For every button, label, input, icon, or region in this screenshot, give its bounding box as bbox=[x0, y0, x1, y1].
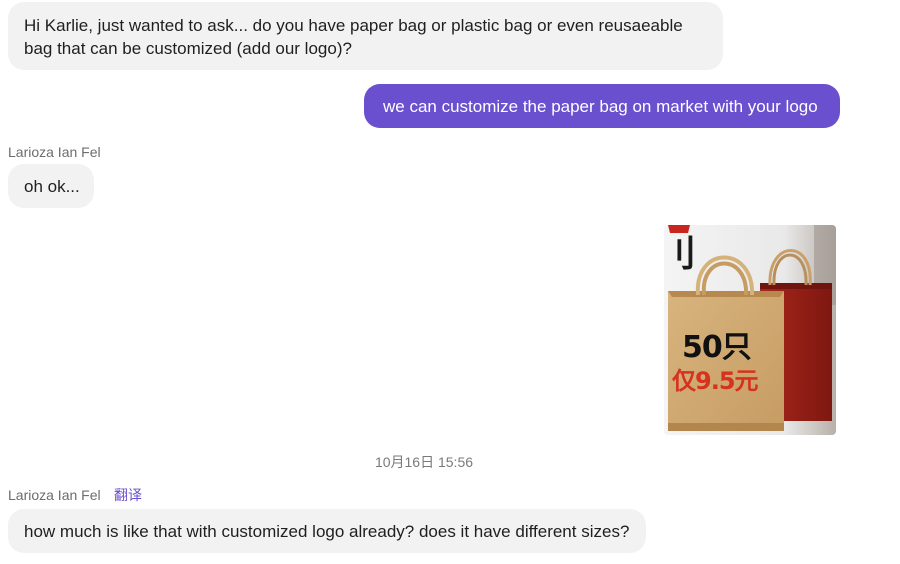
translate-link[interactable]: 翻译 bbox=[114, 486, 142, 504]
message-text: how much is like that with customized lo… bbox=[24, 522, 630, 541]
message-text: oh ok... bbox=[24, 177, 80, 196]
message-bubble-incoming[interactable]: how much is like that with customized lo… bbox=[8, 509, 646, 553]
sender-name: Larioza Ian Fel bbox=[8, 487, 101, 503]
message-bubble-incoming[interactable]: Hi Karlie, just wanted to ask... do you … bbox=[8, 2, 723, 70]
image-price-text: 仅9.5元 bbox=[672, 367, 759, 395]
message-bubble-outgoing[interactable]: we can customize the paper bag on market… bbox=[364, 84, 840, 128]
message-image-paper-bags[interactable]: 刂 50只 仅9.5元 bbox=[664, 225, 836, 435]
message-text: Hi Karlie, just wanted to ask... do you … bbox=[24, 16, 683, 58]
message-bubble-incoming[interactable]: oh ok... bbox=[8, 164, 94, 208]
message-text: we can customize the paper bag on market… bbox=[383, 97, 818, 116]
message-timestamp: 10月16日 15:56 bbox=[374, 454, 474, 470]
sender-name: Larioza Ian Fel bbox=[8, 144, 101, 160]
image-quantity-text: 50只 bbox=[682, 330, 752, 365]
image-partial-text: 刂 bbox=[664, 234, 697, 275]
chat-message-list: Hi Karlie, just wanted to ask... do you … bbox=[0, 0, 900, 564]
